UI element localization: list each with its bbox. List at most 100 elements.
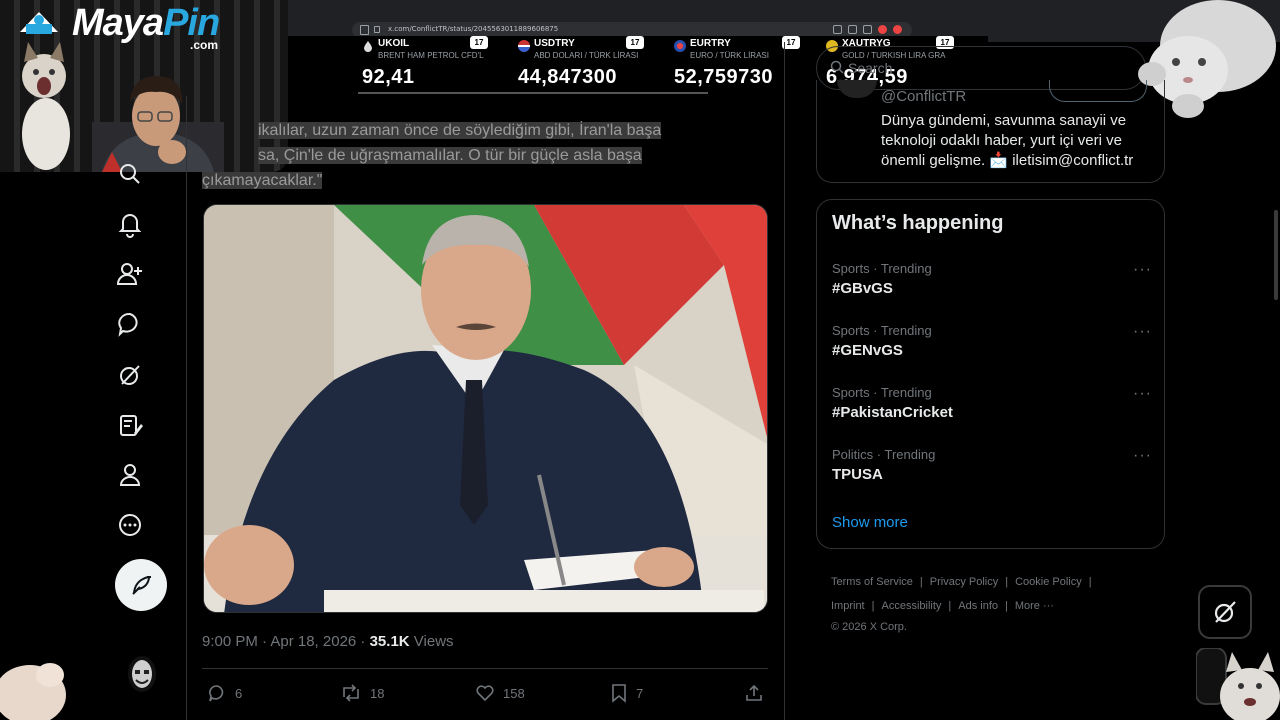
logo-maya: Maya [72, 2, 164, 44]
trend-category: Sports · Trending [832, 261, 932, 276]
panel-title: What’s happening [832, 212, 1004, 234]
cat-paw-sticker [0, 663, 66, 720]
press-conference-photo [204, 205, 767, 612]
trend-item[interactable]: Sports · Trending #PakistanCricket ··· [832, 385, 1152, 421]
ticker-value: 44,847300 [518, 66, 618, 88]
us-flag-icon [518, 40, 530, 52]
ticker-description: ABD DOLARI / TÜRK LİRASI [534, 51, 639, 60]
trend-category: Sports · Trending [832, 323, 932, 338]
more-options-icon[interactable]: ··· [1133, 323, 1152, 341]
tweet-media-image[interactable] [203, 204, 768, 613]
profile-icon[interactable] [114, 459, 146, 491]
grok-floating-button[interactable] [1198, 585, 1252, 639]
footer-link-imprint[interactable]: Imprint [831, 600, 865, 612]
profile-avatar[interactable] [837, 80, 877, 98]
explore-search-icon[interactable] [114, 158, 146, 190]
search-icon [830, 60, 844, 74]
trend-name: #GENvGS [832, 342, 903, 359]
cast-icon[interactable] [833, 25, 842, 34]
ticker-symbol: UKOIL [378, 38, 410, 49]
more-options-icon[interactable]: ··· [1133, 261, 1152, 279]
whats-happening-panel: What’s happening Sports · Trending #GBvG… [816, 199, 1165, 549]
address-bar-actions [833, 25, 902, 34]
reply-button[interactable]: 6 [207, 683, 242, 703]
feather-icon [132, 575, 151, 595]
repost-count: 18 [370, 685, 385, 701]
grok-icon[interactable] [114, 359, 146, 391]
ticker-description: EURO / TÜRK LİRASI [690, 51, 769, 60]
ticker-item: EURTRY EURO / TÜRK LİRASI 52,759730 17 [670, 36, 820, 94]
tweet-text-line: çıkamayacaklar." [202, 172, 323, 189]
share-icon[interactable] [863, 25, 872, 34]
repost-button[interactable]: 18 [340, 683, 384, 703]
trend-item[interactable]: Politics · Trending TPUSA ··· [832, 447, 1152, 483]
tradingview-icon: 17 [470, 36, 488, 49]
ticker-symbol: EURTRY [690, 38, 731, 49]
footer-link-more[interactable]: More ··· [1015, 600, 1054, 612]
share-button[interactable] [744, 683, 764, 703]
footer-link-ads-info[interactable]: Ads info [958, 600, 998, 612]
ticker-divider [358, 92, 708, 94]
trend-name: #PakistanCricket [832, 404, 953, 421]
reply-icon [209, 685, 224, 702]
profile-card: @ConflictTR Dünya gündemi, savunma sanay… [816, 80, 1165, 183]
views-label: Views [409, 633, 454, 650]
footer-links: Terms of Service | Privacy Policy | Cookie P… [831, 570, 1131, 636]
follow-button[interactable] [1049, 80, 1147, 102]
tweet-timestamp: 9:00 PM · Apr 18, 2026 · 35.1K Views [202, 633, 454, 650]
bookmark-icon[interactable] [360, 25, 369, 35]
more-options-icon[interactable]: ··· [1133, 447, 1152, 465]
profile-bio: Dünya gündemi, savunma sanayii ve teknol… [881, 112, 1134, 169]
column-divider [784, 42, 785, 720]
oil-drop-icon [364, 41, 372, 52]
ticker-item: USDTRY ABD DOLARI / TÜRK LİRASI 44,84730… [514, 36, 664, 94]
footer-link-privacy[interactable]: Privacy Policy [930, 576, 998, 588]
footer-link-terms[interactable]: Terms of Service [831, 576, 913, 588]
bookmark-count: 7 [636, 685, 644, 701]
url-text[interactable]: x.com/ConflictTR/status/2045563011889606… [388, 25, 558, 33]
grok-icon [1214, 601, 1236, 623]
mayapin-logo-icon [20, 12, 58, 34]
rewards-icon[interactable] [893, 25, 902, 34]
ticker-description: BRENT HAM PETROL CFD'L [378, 51, 484, 60]
tweet-text-line: sa, Çin'le de uğraşmamalılar. O tür bir … [258, 147, 642, 164]
views-count: 35.1K [369, 633, 410, 650]
trend-name: TPUSA [832, 466, 883, 483]
trend-item[interactable]: Sports · Trending #GBvGS ··· [832, 261, 1152, 297]
tradingview-icon: 17 [626, 36, 644, 49]
more-icon[interactable] [114, 509, 146, 541]
ticker-value: 52,759730 [674, 66, 774, 88]
brave-shield-icon[interactable] [878, 25, 887, 34]
show-more-link[interactable]: Show more [832, 514, 908, 531]
drafts-icon[interactable] [114, 409, 146, 441]
footer-link-accessibility[interactable]: Accessibility [881, 600, 941, 612]
notifications-icon[interactable] [114, 208, 146, 240]
more-options-icon[interactable]: ··· [1133, 385, 1152, 403]
site-info-icon[interactable] [374, 26, 380, 33]
column-divider [186, 96, 187, 720]
logo-domain: .com [190, 38, 219, 52]
share-icon [746, 684, 762, 701]
like-count: 158 [503, 685, 525, 701]
footer-link-cookie[interactable]: Cookie Policy [1015, 576, 1082, 588]
reply-count: 6 [235, 685, 243, 701]
copyright: © 2026 X Corp. [831, 621, 907, 633]
trend-item[interactable]: Sports · Trending #GENvGS ··· [832, 323, 1152, 359]
zoom-icon[interactable] [848, 25, 857, 34]
repost-icon [343, 684, 359, 702]
profile-handle[interactable]: @ConflictTR [881, 88, 966, 105]
ticker-value: 92,41 [362, 66, 415, 88]
scrollbar[interactable] [1274, 210, 1278, 300]
follow-icon[interactable] [114, 258, 146, 290]
bookmark-button[interactable]: 7 [610, 683, 643, 703]
tweet-text: ikalılar, uzun zaman önce de söylediğim … [202, 118, 732, 193]
bookmark-icon [612, 684, 626, 703]
divider [202, 668, 768, 669]
messages-icon[interactable] [114, 308, 146, 340]
ticker-item: UKOIL BRENT HAM PETROL CFD'L 92,41 17 [358, 36, 508, 94]
cat-sticker [22, 42, 70, 170]
tweet-time[interactable]: 9:00 PM · Apr 18, 2026 · [202, 633, 370, 650]
account-avatar[interactable] [128, 656, 156, 692]
compose-post-button[interactable] [115, 559, 167, 611]
like-button[interactable]: 158 [475, 683, 525, 703]
